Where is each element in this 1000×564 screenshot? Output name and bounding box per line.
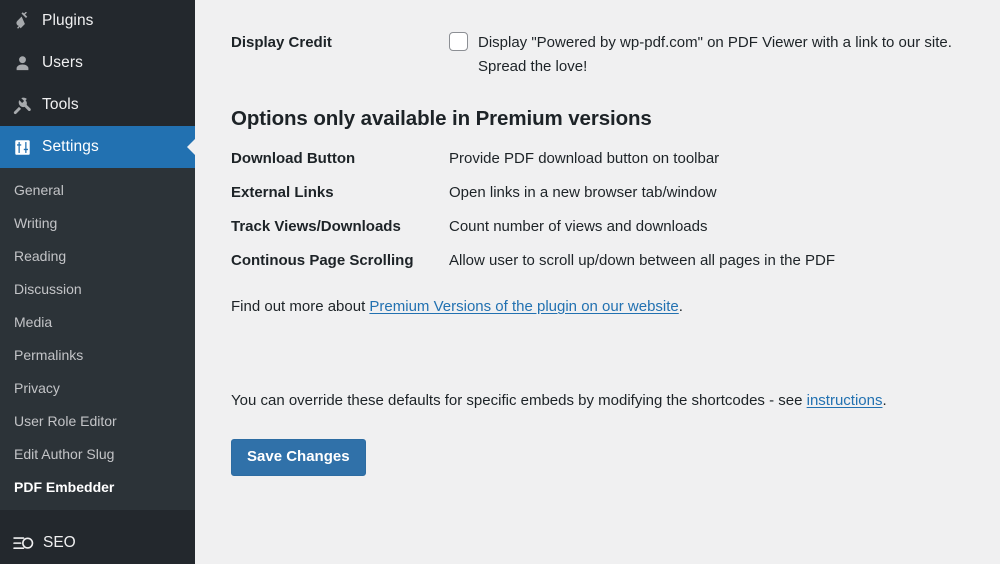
premium-option-name: Download Button <box>231 150 356 167</box>
sidebar-top-menu: Plugins Users Tools Settings <box>0 0 195 168</box>
sidebar-item-users[interactable]: Users <box>0 42 195 84</box>
override-note-prefix: You can override these defaults for spec… <box>231 392 807 409</box>
display-credit-label: Display Credit <box>231 34 332 51</box>
sidebar-subitem-permalinks[interactable]: Permalinks <box>0 339 195 372</box>
admin-sidebar: Plugins Users Tools Settings General Wri… <box>0 0 195 564</box>
sidebar-item-label: Settings <box>42 138 99 155</box>
premium-option-name: Track Views/Downloads <box>231 218 401 235</box>
premium-option-description: Allow user to scroll up/down between all… <box>449 252 836 269</box>
sidebar-item-plugins[interactable]: Plugins <box>0 0 195 42</box>
premium-option-row: Download Button Provide PDF download but… <box>231 150 1000 167</box>
override-note-suffix: . <box>882 392 887 409</box>
wordpress-admin-screen: Plugins Users Tools Settings General Wri… <box>0 0 1000 564</box>
premium-options-table: Download Button Provide PDF download but… <box>231 150 1000 269</box>
sidebar-seo-block: SEO <box>0 522 195 564</box>
plug-icon <box>7 11 37 31</box>
premium-option-name: External Links <box>231 184 334 201</box>
premium-option-row: External Links Open links in a new brows… <box>231 184 1000 201</box>
current-menu-arrow <box>187 138 195 156</box>
sidebar-item-label: SEO <box>43 534 76 551</box>
sidebar-subitem-general[interactable]: General <box>0 174 195 207</box>
premium-option-description: Provide PDF download button on toolbar <box>449 150 720 167</box>
premium-section-title: Options only available in Premium versio… <box>231 107 652 130</box>
display-credit-checkbox[interactable] <box>449 32 468 51</box>
save-changes-button[interactable]: Save Changes <box>231 439 366 476</box>
sidebar-item-seo[interactable]: SEO <box>0 522 195 564</box>
sidebar-subitem-privacy[interactable]: Privacy <box>0 372 195 405</box>
sidebar-subitem-edit-author-slug[interactable]: Edit Author Slug <box>0 438 195 471</box>
premium-option-row: Track Views/Downloads Count number of vi… <box>231 218 1000 235</box>
sidebar-item-label: Users <box>42 54 83 71</box>
sidebar-item-settings[interactable]: Settings <box>0 126 195 168</box>
sidebar-subitem-discussion[interactable]: Discussion <box>0 273 195 306</box>
sidebar-subitem-media[interactable]: Media <box>0 306 195 339</box>
sidebar-subitem-user-role-editor[interactable]: User Role Editor <box>0 405 195 438</box>
override-note-paragraph: You can override these defaults for spec… <box>231 390 1000 412</box>
settings-content: Display Credit Display "Powered by wp-pd… <box>195 0 1000 564</box>
user-icon <box>7 54 37 73</box>
sidebar-item-label: Plugins <box>42 12 94 29</box>
premium-option-description: Count number of views and downloads <box>449 218 708 235</box>
premium-option-row: Continous Page Scrolling Allow user to s… <box>231 252 1000 269</box>
display-credit-field: Display "Powered by wp-pdf.com" on PDF V… <box>449 31 956 79</box>
premium-versions-link[interactable]: Premium Versions of the plugin on our we… <box>369 298 678 315</box>
sidebar-subitem-pdf-embedder[interactable]: PDF Embedder <box>0 471 195 504</box>
display-credit-row: Display Credit Display "Powered by wp-pd… <box>195 0 1000 79</box>
wrench-icon <box>7 96 37 115</box>
settings-submenu: General Writing Reading Discussion Media… <box>0 168 195 510</box>
display-credit-description: Display "Powered by wp-pdf.com" on PDF V… <box>478 34 952 75</box>
instructions-link[interactable]: instructions <box>807 392 883 409</box>
find-out-more-prefix: Find out more about <box>231 298 370 315</box>
yoast-seo-icon <box>8 535 38 552</box>
sidebar-item-tools[interactable]: Tools <box>0 84 195 126</box>
premium-option-description: Open links in a new browser tab/window <box>449 184 717 201</box>
premium-option-name: Continous Page Scrolling <box>231 252 414 269</box>
settings-sliders-icon <box>7 139 37 156</box>
sidebar-subitem-reading[interactable]: Reading <box>0 240 195 273</box>
find-out-more-suffix: . <box>678 298 683 315</box>
find-out-more-paragraph: Find out more about Premium Versions of … <box>231 296 1000 318</box>
sidebar-item-label: Tools <box>42 96 79 113</box>
sidebar-subitem-writing[interactable]: Writing <box>0 207 195 240</box>
